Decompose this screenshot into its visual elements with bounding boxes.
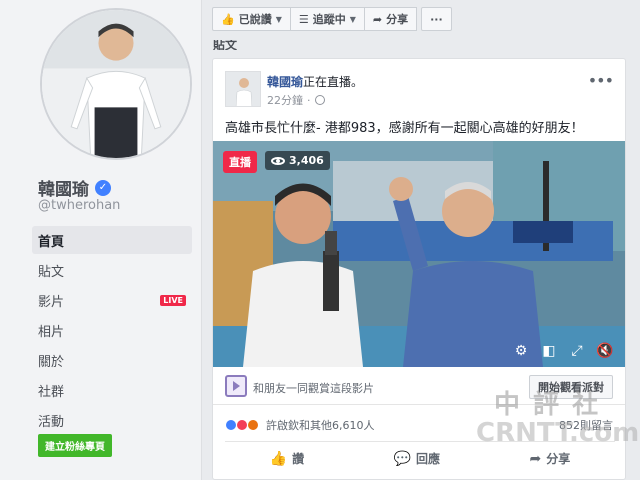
post-text: 高雄市長忙什麼- 港都983，感謝所有一起關心高雄的好朋友！	[225, 121, 584, 136]
share-label: 分享	[386, 13, 409, 26]
verified-badge-icon: ✓	[95, 179, 111, 196]
sidebar-item-label: 影片	[38, 294, 65, 310]
sidebar-item-photos[interactable]: 相片	[32, 316, 192, 344]
create-page-button[interactable]: 建立粉絲專頁	[38, 434, 112, 457]
author-avatar-image	[226, 72, 260, 106]
share-page-button[interactable]: ➦ 分享	[364, 7, 418, 31]
sidebar-item-events[interactable]: 活動	[32, 406, 192, 434]
page-sidebar: 韓國瑜 ✓ @twherohan 首頁 貼文 影片 LIVE 相片 關於 社群 …	[0, 0, 202, 480]
globe-icon	[314, 95, 325, 105]
reactions-text: 許啟欽和其他6,610人	[266, 419, 375, 432]
picture-in-picture-icon[interactable]: ◧	[541, 343, 557, 359]
profile-photo-image	[42, 10, 190, 158]
comment-button[interactable]: 💬 回應	[394, 450, 440, 467]
sidebar-item-label: 活動	[38, 414, 65, 430]
page-name[interactable]: 韓國瑜 ✓	[38, 175, 111, 200]
watch-party-text: 和朋友一同觀賞這段影片	[253, 382, 374, 395]
sidebar-item-label: 社群	[38, 384, 65, 400]
liked-button[interactable]: 👍 已說讚 ▼	[212, 7, 291, 31]
thumbs-up-icon: 👍	[269, 450, 288, 467]
comment-bubble-icon: 💬	[393, 450, 412, 467]
share-label: 分享	[546, 452, 571, 466]
watermark-chinese: 中 評 社	[494, 390, 601, 420]
chevron-down-icon: ▼	[275, 14, 282, 24]
sidebar-item-label: 貼文	[38, 264, 65, 280]
share-arrow-icon: ➦	[529, 450, 542, 467]
liked-label: 已說讚	[238, 13, 272, 26]
page-name-text: 韓國瑜	[38, 180, 89, 200]
watermark-latin: CRNTT.com	[476, 418, 640, 448]
post-author-avatar[interactable]	[225, 71, 261, 107]
page-action-bar: 👍 已說讚 ▼ ☰ 追蹤中 ▼ ➦ 分享 ···	[212, 7, 452, 31]
eye-icon	[271, 156, 285, 165]
sidebar-item-videos[interactable]: 影片 LIVE	[32, 286, 192, 314]
following-label: 追蹤中	[312, 13, 346, 26]
sidebar-item-community[interactable]: 社群	[32, 376, 192, 404]
post-timestamp[interactable]: 22分鐘	[267, 92, 303, 108]
profile-picture[interactable]	[40, 8, 192, 160]
settings-gear-icon[interactable]: ⚙	[513, 343, 529, 359]
post-status: 正在直播。	[303, 75, 364, 89]
viewer-count-value: 3,406	[289, 154, 324, 167]
angry-reaction-icon	[247, 419, 259, 431]
live-indicator: 直播	[223, 151, 257, 173]
live-badge: LIVE	[160, 294, 186, 306]
posts-section-heading: 貼文	[213, 40, 238, 50]
comment-label: 回應	[416, 452, 441, 466]
sidebar-item-about[interactable]: 關於	[32, 346, 192, 374]
thumbs-up-icon: 👍	[221, 12, 235, 26]
page-handle[interactable]: @twherohan	[38, 198, 120, 213]
post-options-icon[interactable]: •••	[588, 71, 614, 90]
viewer-count: 3,406	[265, 151, 330, 170]
volume-muted-icon[interactable]: 🔇	[596, 343, 613, 359]
share-button[interactable]: ➦ 分享	[530, 450, 571, 467]
post-meta: 22分鐘 ·	[267, 92, 325, 108]
video-controls: ⚙ ◧ ⤢ 🔇	[513, 343, 614, 359]
sidebar-item-home[interactable]: 首頁	[32, 226, 192, 254]
post-author-line: 韓國瑜正在直播。	[267, 73, 363, 90]
watch-party-icon	[225, 375, 247, 397]
reactions-summary[interactable]: 許啟欽和其他6,610人	[225, 417, 375, 433]
more-options-button[interactable]: ···	[421, 7, 452, 31]
sidebar-item-label: 首頁	[38, 234, 65, 250]
following-button[interactable]: ☰ 追蹤中 ▼	[290, 7, 365, 31]
like-button[interactable]: 👍 讚	[270, 450, 304, 467]
dot-separator: ·	[307, 93, 311, 107]
live-video-player[interactable]: 直播 3,406 ⚙ ◧ ⤢ 🔇	[213, 141, 625, 367]
fullscreen-icon[interactable]: ⤢	[569, 343, 585, 359]
chevron-down-icon: ▼	[349, 14, 356, 24]
post-author-name[interactable]: 韓國瑜	[267, 75, 303, 89]
sidebar-item-label: 相片	[38, 324, 65, 340]
sidebar-nav: 首頁 貼文 影片 LIVE 相片 關於 社群 活動	[32, 226, 192, 436]
like-label: 讚	[292, 452, 305, 466]
video-frame-image	[213, 141, 625, 367]
sidebar-item-label: 關於	[38, 354, 65, 370]
sidebar-item-posts[interactable]: 貼文	[32, 256, 192, 284]
share-arrow-icon: ➦	[372, 12, 383, 26]
rss-icon: ☰	[298, 12, 309, 26]
